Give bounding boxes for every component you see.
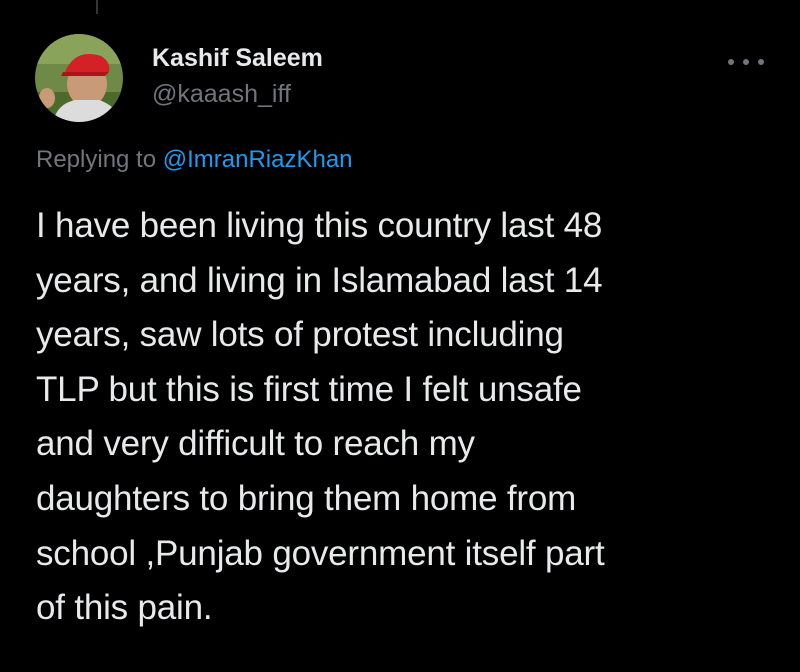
avatar-photo [35, 34, 123, 122]
more-options-icon[interactable] [728, 52, 764, 72]
mention-link[interactable]: @ImranRiazKhan [163, 146, 353, 173]
tweet-text-line: of this pain. [36, 588, 213, 628]
author-display-name[interactable]: Kashif Saleem [152, 44, 323, 73]
author-handle[interactable]: @kaaash_iff [152, 80, 291, 109]
more-dot [743, 59, 749, 65]
replying-to-line: Replying to @ImranRiazKhan [36, 146, 353, 174]
tweet-text-line: years, saw lots of protest including [36, 315, 564, 355]
tweet-text-line: and very difficult to reach my [36, 424, 475, 464]
tweet-text-line: I have been living this country last 48 [36, 206, 603, 245]
avatar[interactable] [35, 34, 123, 122]
thread-connector-line [96, 0, 98, 14]
replying-to-label: Replying to [36, 146, 157, 173]
more-dot [728, 59, 734, 65]
tweet-text-line: school ,Punjab government itself part [36, 533, 605, 573]
tweet-body: I have been living this country last 48 … [36, 199, 776, 636]
tweet-text-line: years, and living in Islamabad last 14 [36, 260, 603, 300]
tweet-text-line: TLP but this is first time I felt unsafe [36, 369, 582, 409]
tweet-text-line: daughters to bring them home from [36, 478, 577, 518]
more-dot [758, 59, 764, 65]
